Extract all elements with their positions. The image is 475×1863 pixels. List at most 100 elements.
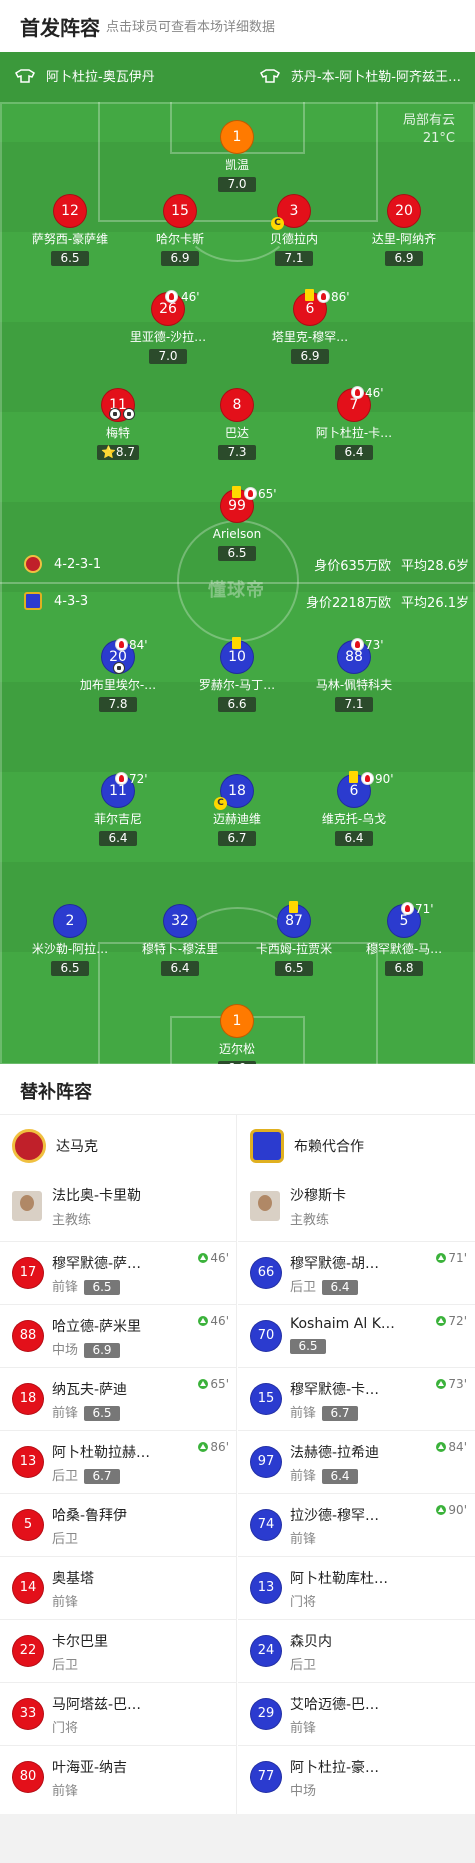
player-badge: 99 65' bbox=[220, 486, 277, 523]
sub-player-row[interactable]: 88 哈立德-萨米里 中场 6.9 46' bbox=[0, 1304, 237, 1367]
player-rating: 6.5 bbox=[51, 961, 89, 976]
pitch-player[interactable]: 11 梅特 ⭐8.7 bbox=[63, 388, 173, 460]
sub-name: 纳瓦夫-萨迪 bbox=[52, 1382, 128, 1398]
player-badge: 6 90' bbox=[337, 771, 394, 808]
yellow-card-icon bbox=[349, 771, 358, 783]
sub-player-row[interactable]: 14 奥基塔 前锋 bbox=[0, 1556, 237, 1619]
pitch-player[interactable]: 2 米沙勒-阿拉… 6.5 bbox=[15, 904, 125, 976]
sub-player-row[interactable]: 24 森贝内 后卫 bbox=[238, 1619, 475, 1682]
sub-name: 穆罕默德-卡… bbox=[290, 1382, 380, 1398]
sub-player-row[interactable]: 13 阿卜杜勒拉赫… 后卫 6.7 86' bbox=[0, 1430, 237, 1493]
away-team-name: 苏丹-本-阿卜杜勒-阿齐兹王… bbox=[290, 70, 461, 85]
player-rating: ⭐8.7 bbox=[96, 445, 140, 460]
sub-in-icon bbox=[436, 1442, 447, 1452]
substitution-icon bbox=[115, 772, 128, 785]
player-badge: 1 bbox=[220, 1004, 254, 1038]
pitch-player[interactable]: 1迈尔松6.9 bbox=[182, 1004, 292, 1064]
sub-player-row[interactable]: 17 穆罕默德-萨… 前锋 6.5 46' bbox=[0, 1241, 237, 1304]
away-team[interactable]: 苏丹-本-阿卜杜勒-阿齐兹王… bbox=[259, 66, 461, 85]
pitch-player[interactable]: 15 哈尔卡斯 6.9 bbox=[125, 194, 235, 266]
yellow-card-icon bbox=[232, 637, 241, 649]
sub-in-icon bbox=[198, 1442, 209, 1452]
sub-number: 17 bbox=[12, 1257, 44, 1289]
substitution-icon bbox=[115, 638, 128, 651]
player-badge: 12 bbox=[53, 194, 87, 228]
pitch-player[interactable]: 11 72' 菲尔吉尼 6.4 bbox=[63, 772, 173, 846]
subs-title: 替补阵容 bbox=[20, 1082, 92, 1103]
player-badge: 11 bbox=[101, 388, 135, 422]
player-rating: 6.4 bbox=[161, 961, 199, 976]
away-club[interactable]: 布赖代合作 bbox=[250, 1127, 364, 1165]
pitch-player[interactable]: 8 巴达 7.3 bbox=[182, 388, 292, 460]
sub-in-minute: 86' bbox=[198, 1440, 229, 1454]
pitch-player[interactable]: 18 C 迈赫迪维 6.7 bbox=[182, 774, 292, 846]
sub-in-minute: 72' bbox=[436, 1314, 467, 1328]
sub-position-label: 后卫 bbox=[52, 1658, 79, 1673]
sub-player-row[interactable]: 18 纳瓦夫-萨迪 前锋 6.5 65' bbox=[0, 1367, 237, 1430]
player-rating: 6.8 bbox=[385, 961, 423, 976]
sub-player-row[interactable]: 80 叶海亚-纳吉 前锋 bbox=[0, 1745, 237, 1808]
sub-player-row[interactable]: 22 卡尔巴里 后卫 bbox=[0, 1619, 237, 1682]
pitch-player[interactable]: 6 86' 塔里克-穆罕… 6.9 bbox=[255, 289, 365, 364]
sub-player-row[interactable]: 13 阿卜杜勒库杜… 门将 bbox=[238, 1556, 475, 1619]
pitch-player[interactable]: 26 46' 里亚德-沙拉… 7.0 bbox=[113, 290, 223, 364]
pitch-player[interactable]: 10 罗赫尔-马丁… 6.6 bbox=[182, 637, 292, 712]
sub-player-row[interactable]: 29 艾哈迈德-巴… 前锋 bbox=[238, 1682, 475, 1745]
pitch-player[interactable]: 87 卡西姆-拉贾米 6.5 bbox=[239, 901, 349, 976]
player-badge: 15 bbox=[163, 194, 197, 228]
sub-player-row[interactable]: 77 阿卜杜拉-豪… 中场 bbox=[238, 1745, 475, 1808]
sub-number: 97 bbox=[250, 1446, 282, 1478]
sub-player-row[interactable]: 33 马阿塔兹-巴… 门将 bbox=[0, 1682, 237, 1745]
sub-name: 马阿塔兹-巴… bbox=[52, 1697, 142, 1713]
sub-rating: 6.7 bbox=[84, 1469, 121, 1484]
sub-in-minute-text: 84' bbox=[448, 1440, 467, 1454]
player-rating: 6.9 bbox=[161, 251, 199, 266]
home-club[interactable]: 达马克 bbox=[12, 1127, 98, 1165]
player-number: 15 bbox=[163, 194, 197, 228]
sub-in-minute: 90' bbox=[436, 1503, 467, 1517]
sub-position: 门将 bbox=[290, 1591, 316, 1610]
pitch-player[interactable]: 5 71' 穆罕默德-马… 6.8 bbox=[349, 902, 459, 976]
player-name: 米沙勒-阿拉… bbox=[31, 942, 109, 956]
sub-number: 5 bbox=[12, 1509, 44, 1541]
home-team[interactable]: 阿卜杜拉-奥瓦伊丹 bbox=[14, 66, 155, 85]
away-value: 身价2218万欧 bbox=[305, 596, 392, 611]
sub-number: 29 bbox=[250, 1698, 282, 1730]
sub-player-row[interactable]: 97 法赫德-拉希迪 前锋 6.4 84' bbox=[238, 1430, 475, 1493]
pitch-player[interactable]: 20 84' 加布里埃尔-… 7.8 bbox=[63, 638, 173, 712]
sub-player-row[interactable]: 74 拉沙德-穆罕… 前锋 90' bbox=[238, 1493, 475, 1556]
player-badge: 18 C bbox=[214, 774, 254, 810]
substitution-icon bbox=[401, 902, 414, 915]
sub-number: 33 bbox=[12, 1698, 44, 1730]
sub-minute: 73' bbox=[365, 638, 384, 652]
pitch-player[interactable]: 32 穆特卜-穆法里 6.4 bbox=[125, 904, 235, 976]
pitch-player[interactable]: 3 C 贝德拉内 7.1 bbox=[239, 194, 349, 266]
sub-in-minute-text: 86' bbox=[210, 1440, 229, 1454]
sub-position-label: 中场 bbox=[290, 1784, 317, 1799]
pitch-player[interactable]: 99 65' Arielson 6.5 bbox=[182, 486, 292, 561]
sub-player-row[interactable]: 5 哈桑-鲁拜伊 后卫 bbox=[0, 1493, 237, 1556]
sub-position-label: 前锋 bbox=[52, 1595, 79, 1610]
sub-in-minute: 73' bbox=[436, 1377, 467, 1391]
sub-position: 前锋 bbox=[290, 1717, 316, 1736]
home-value: 身价635万欧 bbox=[314, 559, 392, 574]
sub-position: 后卫 6.7 bbox=[52, 1465, 121, 1484]
sub-number: 24 bbox=[250, 1635, 282, 1667]
sub-number: 15 bbox=[250, 1383, 282, 1415]
player-name: 哈尔卡斯 bbox=[155, 232, 204, 246]
pitch-player[interactable]: 7 46' 阿卜杜拉-卡… 6.4 bbox=[299, 386, 409, 460]
sub-rating: 6.5 bbox=[84, 1406, 121, 1421]
temperature: 21°C bbox=[422, 131, 455, 146]
pitch-player[interactable]: 88 73' 马林-佩特科夫 7.1 bbox=[299, 638, 409, 712]
sub-player-row[interactable]: 15 穆罕默德-卡… 前锋 6.7 73' bbox=[238, 1367, 475, 1430]
yellow-card-icon bbox=[289, 901, 298, 913]
pitch-player[interactable]: 12 萨努西-豪萨维 6.5 bbox=[15, 194, 125, 266]
sub-player-row[interactable]: 66 穆罕默德-胡… 后卫 6.4 71' bbox=[238, 1241, 475, 1304]
home-team-name: 阿卜杜拉-奥瓦伊丹 bbox=[46, 70, 155, 85]
player-name: 维克托-乌戈 bbox=[321, 812, 387, 826]
pitch-player[interactable]: 6 90' 维克托-乌戈 6.4 bbox=[299, 771, 409, 846]
sub-player-row[interactable]: 70 Koshaim Al K… 6.5 72' bbox=[238, 1304, 475, 1367]
pitch-player[interactable]: 20 达里-阿纳齐 6.9 bbox=[349, 194, 459, 266]
pitch-player[interactable]: 1 凯温 7.0 bbox=[182, 120, 292, 192]
sub-number: 66 bbox=[250, 1257, 282, 1289]
